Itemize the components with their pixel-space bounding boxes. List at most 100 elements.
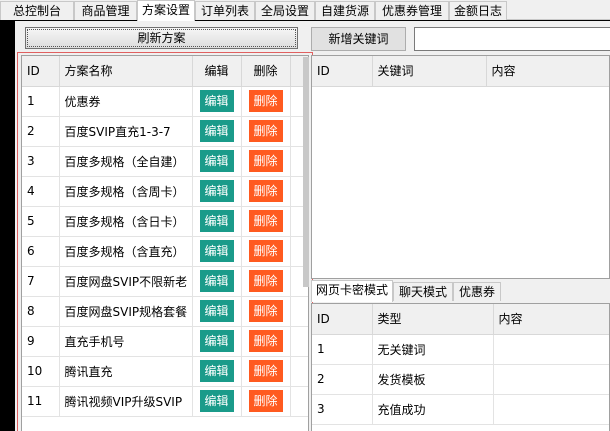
table-row[interactable]: 2 百度SVIP直充1-3-7 编辑 删除 xyxy=(22,116,308,147)
keyword-input[interactable]: 当前 xyxy=(414,27,610,51)
edit-cell: 编辑 xyxy=(192,326,242,357)
edit-cell: 编辑 xyxy=(192,266,242,297)
header-edit[interactable]: 编辑 xyxy=(192,56,242,87)
edit-button[interactable]: 编辑 xyxy=(199,180,234,202)
tab-global-settings[interactable]: 全局设置 xyxy=(255,1,315,20)
edit-button[interactable]: 编辑 xyxy=(199,150,234,172)
kw-header-keyword[interactable]: 关键词 xyxy=(372,56,487,87)
type-content-cell[interactable] xyxy=(493,334,609,365)
delete-cell: 删除 xyxy=(241,146,291,177)
plan-id-cell: 3 xyxy=(22,146,60,177)
refresh-plans-label: 刷新方案 xyxy=(137,31,186,45)
plan-id-cell: 11 xyxy=(22,386,60,417)
delete-cell: 删除 xyxy=(241,236,291,267)
edit-button[interactable]: 编辑 xyxy=(199,270,234,292)
template-type-table: ID 类型 内容 1 无关键词 2 发货模板 3 充值成功 xyxy=(311,303,610,431)
table-row[interactable]: 11 腾讯视频VIP升级SVIP 编辑 删除 xyxy=(22,386,308,417)
header-id[interactable]: ID xyxy=(22,56,60,87)
type-header-type[interactable]: 类型 xyxy=(372,304,494,335)
filler-cell xyxy=(290,356,308,387)
plan-name-cell: 百度网盘SVIP不限新老 xyxy=(59,266,193,297)
plan-name-cell: 百度SVIP直充1-3-7 xyxy=(59,116,193,147)
type-header-id[interactable]: ID xyxy=(312,304,373,335)
table-row[interactable]: 3 充值成功 xyxy=(312,394,609,425)
tab-chat-mode[interactable]: 聊天模式 xyxy=(393,282,453,301)
edit-button[interactable]: 编辑 xyxy=(199,90,234,112)
plan-name-cell: 百度网盘SVIP规格套餐 xyxy=(59,296,193,327)
type-name-cell: 发货模板 xyxy=(372,364,494,395)
tab-coupon-management[interactable]: 优惠券管理 xyxy=(375,1,449,20)
tab-console[interactable]: 总控制台 xyxy=(0,1,74,20)
filler-cell xyxy=(290,296,308,327)
filler-cell xyxy=(290,326,308,357)
header-plan-name[interactable]: 方案名称 xyxy=(59,56,193,87)
add-keyword-button[interactable]: 新增关键词 xyxy=(311,27,406,51)
edit-button[interactable]: 编辑 xyxy=(199,390,234,412)
edit-button[interactable]: 编辑 xyxy=(199,240,234,262)
delete-cell: 删除 xyxy=(241,266,291,297)
plan-id-cell: 6 xyxy=(22,236,60,267)
edit-button[interactable]: 编辑 xyxy=(199,360,234,382)
plan-name-cell: 百度多规格（含直充） xyxy=(59,236,193,267)
tab-self-built-supply[interactable]: 自建货源 xyxy=(315,1,375,20)
delete-button[interactable]: 删除 xyxy=(248,360,283,382)
plan-name-cell: 百度多规格（全自建） xyxy=(59,146,193,177)
tab-plan-settings[interactable]: 方案设置 xyxy=(137,0,195,21)
table-row[interactable]: 2 发货模板 xyxy=(312,364,609,395)
table-row[interactable]: 1 优惠券 编辑 删除 xyxy=(22,86,308,117)
edit-cell: 编辑 xyxy=(192,176,242,207)
table-row[interactable]: 5 百度多规格（含日卡） 编辑 删除 xyxy=(22,206,308,237)
edit-button[interactable]: 编辑 xyxy=(199,210,234,232)
type-content-cell[interactable] xyxy=(493,394,609,425)
tab-amount-log[interactable]: 金额日志 xyxy=(449,1,507,20)
refresh-plans-button[interactable]: 刷新方案 xyxy=(25,27,298,49)
table-row[interactable]: 10 腾讯直充 编辑 删除 xyxy=(22,356,308,387)
plan-table-scrollbar[interactable] xyxy=(303,57,309,287)
table-row[interactable]: 4 百度多规格（含周卡） 编辑 删除 xyxy=(22,176,308,207)
kw-header-id[interactable]: ID xyxy=(312,56,373,87)
plan-id-cell: 9 xyxy=(22,326,60,357)
edit-cell: 编辑 xyxy=(192,206,242,237)
delete-button[interactable]: 删除 xyxy=(248,300,283,322)
delete-button[interactable]: 删除 xyxy=(248,240,283,262)
tab-web-card-mode[interactable]: 网页卡密模式 xyxy=(311,280,393,302)
plan-name-cell: 百度多规格（含周卡） xyxy=(59,176,193,207)
table-row[interactable]: 8 百度网盘SVIP规格套餐 编辑 删除 xyxy=(22,296,308,327)
plan-id-cell: 10 xyxy=(22,356,60,387)
delete-button[interactable]: 删除 xyxy=(248,150,283,172)
edit-button[interactable]: 编辑 xyxy=(199,120,234,142)
delete-button[interactable]: 删除 xyxy=(248,390,283,412)
table-row[interactable]: 3 百度多规格（全自建） 编辑 删除 xyxy=(22,146,308,177)
plan-id-cell: 2 xyxy=(22,116,60,147)
edit-button[interactable]: 编辑 xyxy=(199,330,234,352)
delete-button[interactable]: 删除 xyxy=(248,270,283,292)
tab-coupon[interactable]: 优惠券 xyxy=(453,282,501,301)
table-row[interactable]: 6 百度多规格（含直充） 编辑 删除 xyxy=(22,236,308,267)
delete-button[interactable]: 删除 xyxy=(248,330,283,352)
kw-header-content[interactable]: 内容 xyxy=(486,56,609,87)
type-header-content[interactable]: 内容 xyxy=(493,304,609,335)
type-id-cell: 2 xyxy=(312,364,373,395)
plan-id-cell: 5 xyxy=(22,206,60,237)
plan-table: ID 方案名称 编辑 删除 1 优惠券 编辑 删除 2 百度SVIP直充1-3-7 编辑 删除… xyxy=(21,55,309,431)
delete-button[interactable]: 删除 xyxy=(248,120,283,142)
keyword-table-header: ID 关键词 内容 xyxy=(312,56,609,87)
plan-name-cell: 直充手机号 xyxy=(59,326,193,357)
delete-button[interactable]: 删除 xyxy=(248,90,283,112)
table-row[interactable]: 1 无关键词 xyxy=(312,334,609,365)
delete-cell: 删除 xyxy=(241,206,291,237)
edit-button[interactable]: 编辑 xyxy=(199,300,234,322)
plan-id-cell: 7 xyxy=(22,266,60,297)
delete-button[interactable]: 删除 xyxy=(248,210,283,232)
tab-order-list[interactable]: 订单列表 xyxy=(195,1,255,20)
header-delete[interactable]: 删除 xyxy=(241,56,291,87)
tab-product-management[interactable]: 商品管理 xyxy=(74,1,137,20)
type-content-cell[interactable] xyxy=(493,364,609,395)
table-row[interactable]: 7 百度网盘SVIP不限新老 编辑 删除 xyxy=(22,266,308,297)
plan-table-header: ID 方案名称 编辑 删除 xyxy=(22,56,308,87)
plan-id-cell: 1 xyxy=(22,86,60,117)
table-row[interactable]: 9 直充手机号 编辑 删除 xyxy=(22,326,308,357)
delete-button[interactable]: 删除 xyxy=(248,180,283,202)
type-name-cell: 充值成功 xyxy=(372,394,494,425)
edit-cell: 编辑 xyxy=(192,146,242,177)
